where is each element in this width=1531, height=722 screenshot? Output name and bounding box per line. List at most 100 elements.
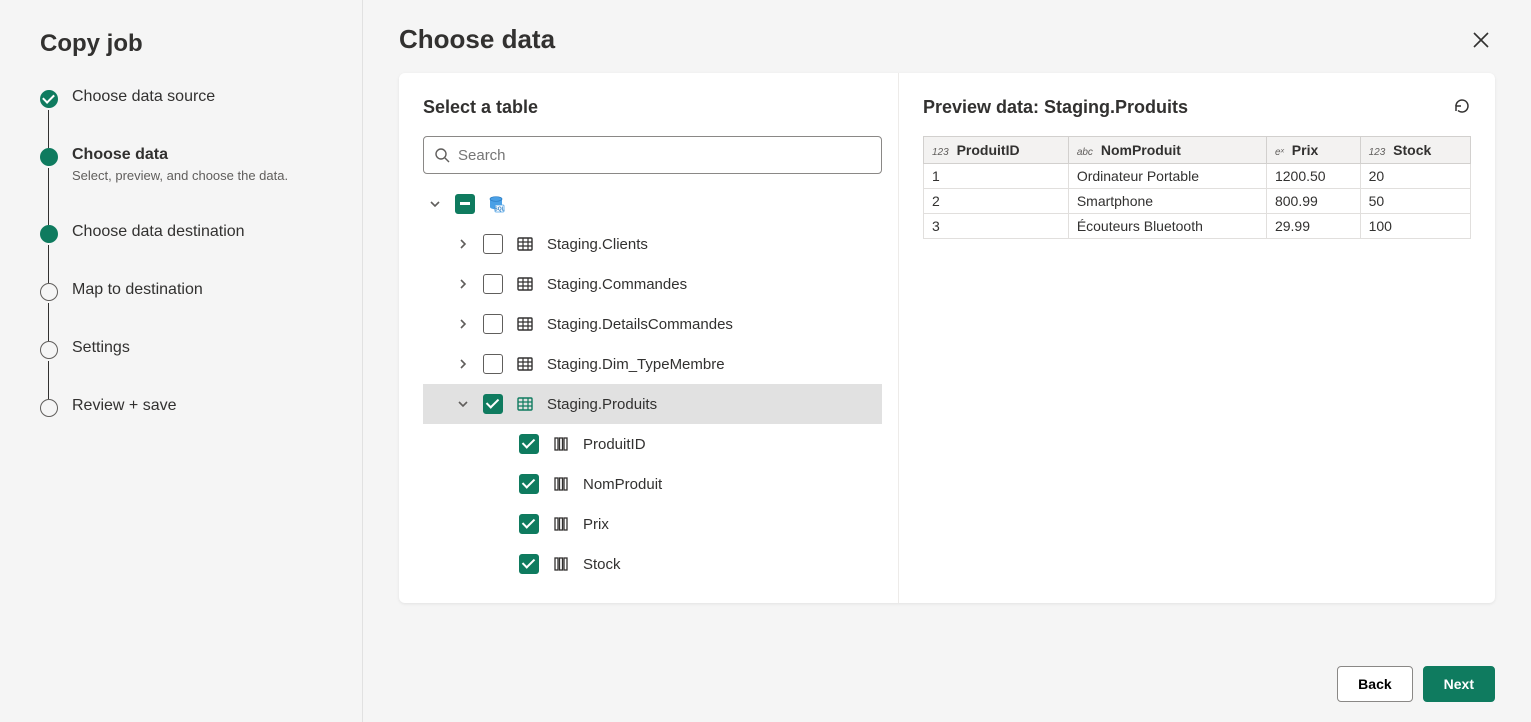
type-hint-icon: 123	[1369, 147, 1386, 158]
search-icon	[434, 147, 450, 163]
column-icon	[551, 515, 571, 533]
preview-title: Preview data: Staging.Produits	[923, 97, 1188, 118]
step-label: Choose data source	[72, 88, 342, 106]
table-checkbox[interactable]	[483, 354, 503, 374]
column-checkbox[interactable]	[519, 474, 539, 494]
step-bullet-icon	[40, 399, 58, 417]
column-label: NomProduit	[583, 476, 662, 493]
chevron-right-icon[interactable]	[455, 356, 471, 372]
column-header[interactable]: 123 ProduitID	[924, 137, 1069, 164]
table-row[interactable]: Staging.Dim_TypeMembre	[423, 344, 882, 384]
preview-cell: 800.99	[1266, 189, 1360, 214]
step-label: Choose data destination	[72, 223, 342, 241]
select-table-title: Select a table	[423, 97, 882, 118]
step-bullet-icon	[40, 90, 58, 108]
column-row[interactable]: NomProduit	[423, 464, 882, 504]
step-label: Choose data	[72, 146, 342, 164]
preview-cell: 50	[1360, 189, 1470, 214]
column-label: ProduitID	[583, 436, 646, 453]
wizard-step[interactable]: Choose dataSelect, preview, and choose t…	[40, 146, 342, 223]
refresh-button[interactable]	[1453, 97, 1471, 118]
preview-pane: Preview data: Staging.Produits 123 Produ…	[899, 73, 1495, 603]
chevron-down-icon[interactable]	[455, 396, 471, 412]
close-button[interactable]	[1467, 26, 1495, 54]
table-selector-pane: Select a table SQL Staging.Clients Stagin…	[399, 73, 899, 603]
preview-row: 1Ordinateur Portable1200.5020	[924, 164, 1471, 189]
column-row[interactable]: Prix	[423, 504, 882, 544]
column-checkbox[interactable]	[519, 554, 539, 574]
column-icon	[551, 435, 571, 453]
column-label: Prix	[583, 516, 609, 533]
step-bullet-icon	[40, 341, 58, 359]
table-icon	[515, 235, 535, 253]
preview-cell: 2	[924, 189, 1069, 214]
table-row[interactable]: Staging.Commandes	[423, 264, 882, 304]
wizard-title: Copy job	[40, 30, 342, 58]
table-label: Staging.DetailsCommandes	[547, 316, 733, 333]
step-bullet-icon	[40, 225, 58, 243]
step-label: Review + save	[72, 397, 342, 415]
preview-cell: 29.99	[1266, 214, 1360, 239]
preview-cell: 1200.50	[1266, 164, 1360, 189]
table-checkbox[interactable]	[483, 234, 503, 254]
main-area: Choose data Select a table SQL	[363, 0, 1531, 722]
column-row[interactable]: ProduitID	[423, 424, 882, 464]
table-tree[interactable]: SQL Staging.Clients Staging.Commandes Stag…	[423, 184, 882, 587]
preview-cell: 20	[1360, 164, 1470, 189]
preview-cell: 100	[1360, 214, 1470, 239]
wizard-sidebar: Copy job Choose data sourceChoose dataSe…	[0, 0, 363, 722]
column-icon	[551, 555, 571, 573]
tree-root-row[interactable]: SQL	[423, 184, 882, 224]
table-icon	[515, 275, 535, 293]
column-header[interactable]: abc NomProduit	[1068, 137, 1266, 164]
wizard-step[interactable]: Choose data source	[40, 88, 342, 146]
column-header[interactable]: 123 Stock	[1360, 137, 1470, 164]
preview-cell: Ordinateur Portable	[1068, 164, 1266, 189]
chevron-right-icon[interactable]	[455, 276, 471, 292]
table-checkbox[interactable]	[483, 314, 503, 334]
preview-table: 123 ProduitIDabc NomProduiteˣ Prix123 St…	[923, 136, 1471, 239]
table-label: Staging.Produits	[547, 396, 657, 413]
column-icon	[551, 475, 571, 493]
close-icon	[1471, 30, 1491, 50]
step-bullet-icon	[40, 283, 58, 301]
search-input[interactable]	[458, 147, 871, 164]
search-box[interactable]	[423, 136, 882, 174]
table-checkbox[interactable]	[483, 274, 503, 294]
column-checkbox[interactable]	[519, 434, 539, 454]
chevron-down-icon[interactable]	[427, 196, 443, 212]
table-row[interactable]: Staging.Clients	[423, 224, 882, 264]
table-label: Staging.Commandes	[547, 276, 687, 293]
content-card: Select a table SQL Staging.Clients Stagin…	[399, 73, 1495, 603]
table-icon	[515, 355, 535, 373]
table-row[interactable]: Staging.Produits	[423, 384, 882, 424]
table-row[interactable]: Staging.DetailsCommandes	[423, 304, 882, 344]
next-button[interactable]: Next	[1423, 666, 1495, 702]
step-label: Map to destination	[72, 281, 342, 299]
refresh-icon	[1453, 97, 1471, 115]
table-checkbox[interactable]	[483, 394, 503, 414]
column-row[interactable]: Stock	[423, 544, 882, 584]
root-checkbox[interactable]	[455, 194, 475, 214]
type-hint-icon: 123	[932, 147, 949, 158]
table-icon	[515, 395, 535, 413]
page-title: Choose data	[399, 24, 555, 55]
preview-cell: 3	[924, 214, 1069, 239]
preview-cell: Écouteurs Bluetooth	[1068, 214, 1266, 239]
wizard-step[interactable]: Review + save	[40, 397, 342, 415]
column-header[interactable]: eˣ Prix	[1266, 137, 1360, 164]
step-bullet-icon	[40, 148, 58, 166]
back-button[interactable]: Back	[1337, 666, 1412, 702]
type-hint-icon: abc	[1077, 147, 1093, 158]
chevron-right-icon[interactable]	[455, 236, 471, 252]
chevron-right-icon[interactable]	[455, 316, 471, 332]
table-label: Staging.Clients	[547, 236, 648, 253]
page-header: Choose data	[363, 0, 1531, 73]
wizard-step[interactable]: Map to destination	[40, 281, 342, 339]
preview-row: 2Smartphone800.9950	[924, 189, 1471, 214]
column-checkbox[interactable]	[519, 514, 539, 534]
wizard-step[interactable]: Settings	[40, 339, 342, 397]
step-label: Settings	[72, 339, 342, 357]
wizard-step[interactable]: Choose data destination	[40, 223, 342, 281]
wizard-steps: Choose data source Choose dataSelect, pre…	[40, 88, 342, 415]
